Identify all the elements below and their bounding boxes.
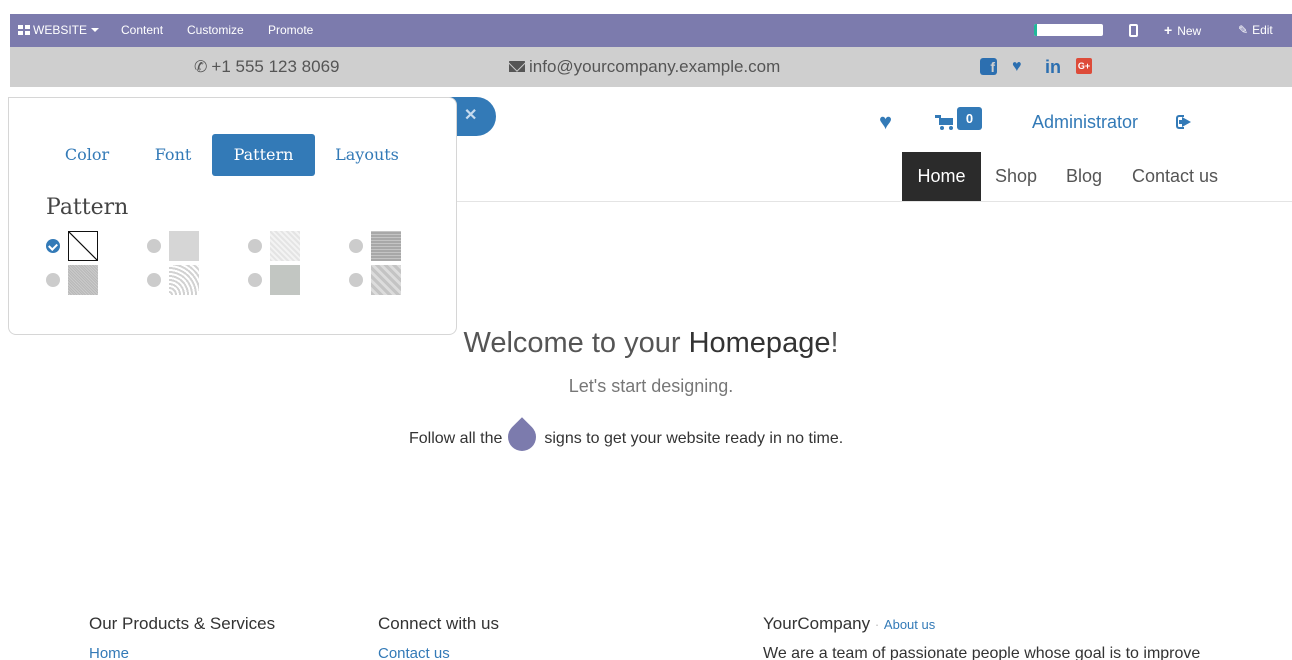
mobile-preview-icon[interactable] xyxy=(1129,24,1138,37)
pattern-radio[interactable] xyxy=(248,273,262,287)
envelope-icon xyxy=(509,61,525,72)
caret-down-icon xyxy=(91,28,100,32)
pattern-option[interactable] xyxy=(248,231,318,263)
pattern-option[interactable] xyxy=(349,265,419,297)
shopping-cart-icon[interactable] xyxy=(935,115,955,130)
pattern-option[interactable] xyxy=(349,231,419,263)
progress-fill xyxy=(1034,24,1038,36)
page: WEBSITE Content Customize Promote + New ✎… xyxy=(0,0,1292,660)
plus-icon: + xyxy=(1164,22,1173,38)
welcome-prefix: Welcome to your xyxy=(463,327,689,359)
tab-font[interactable]: Font xyxy=(145,134,201,176)
welcome-heading: Welcome to your Homepage! xyxy=(0,327,1292,360)
pattern-swatch[interactable] xyxy=(371,231,401,261)
selected-check-icon[interactable] xyxy=(46,239,60,253)
facebook-icon[interactable]: f xyxy=(980,58,997,75)
pattern-radio[interactable] xyxy=(147,239,161,253)
menu-promote[interactable]: Promote xyxy=(268,14,313,47)
cart-count-badge[interactable]: 0 xyxy=(957,107,982,130)
user-menu[interactable]: Administrator xyxy=(1032,112,1138,133)
droplet-sign-icon xyxy=(502,417,543,457)
tab-layouts[interactable]: Layouts xyxy=(331,134,403,176)
nav-blog[interactable]: Blog xyxy=(1066,152,1102,201)
phone-number: +1 555 123 8069 xyxy=(211,57,340,76)
pattern-swatch[interactable] xyxy=(371,265,401,295)
contact-bar: ✆ +1 555 123 8069 info@yourcompany.exampl… xyxy=(10,47,1292,87)
edit-label: Edit xyxy=(1252,23,1273,37)
pattern-option-none[interactable] xyxy=(46,231,116,263)
pattern-swatch[interactable] xyxy=(68,231,98,261)
phone-icon: ✆ xyxy=(194,59,208,76)
footer-link-home[interactable]: Home xyxy=(89,645,129,660)
pattern-option[interactable] xyxy=(248,265,318,297)
pattern-heading: Pattern xyxy=(46,195,129,220)
pattern-swatch[interactable] xyxy=(270,265,300,295)
pattern-radio[interactable] xyxy=(349,273,363,287)
footer-connect-heading: Connect with us xyxy=(378,614,499,633)
apps-grid-icon xyxy=(18,25,30,35)
follow-suffix: signs to get your website ready in no ti… xyxy=(544,430,844,447)
header-divider xyxy=(456,201,1292,202)
email-address: info@yourcompany.example.com xyxy=(529,57,781,76)
setup-progress-bar[interactable] xyxy=(1034,24,1103,36)
welcome-suffix: ! xyxy=(830,327,839,359)
pattern-swatch[interactable] xyxy=(169,265,199,295)
footer-company-heading: YourCompany · About us xyxy=(763,614,936,633)
pattern-option[interactable] xyxy=(147,265,217,297)
email-contact[interactable]: info@yourcompany.example.com xyxy=(509,47,780,87)
edit-button[interactable]: ✎ Edit xyxy=(1238,14,1273,47)
pattern-radio[interactable] xyxy=(147,273,161,287)
welcome-subtitle: Let's start designing. xyxy=(568,376,734,396)
customize-theme-popover: Color Font Pattern Layouts Pattern xyxy=(8,97,457,335)
tab-pattern[interactable]: Pattern xyxy=(212,134,315,176)
google-plus-icon[interactable]: G+ xyxy=(1076,58,1092,74)
pattern-swatch[interactable] xyxy=(68,265,98,295)
pattern-radio[interactable] xyxy=(248,239,262,253)
twitter-icon[interactable]: ♥ xyxy=(1012,58,1022,76)
footer-link-contact[interactable]: Contact us xyxy=(378,645,450,660)
sign-out-icon[interactable] xyxy=(1176,115,1192,129)
footer-link-about[interactable]: About us xyxy=(884,617,935,632)
pattern-radio[interactable] xyxy=(349,239,363,253)
close-icon: ✕ xyxy=(464,107,478,124)
admin-bar: WEBSITE Content Customize Promote + New ✎… xyxy=(10,14,1292,47)
follow-signs-text: Follow all the signs to get your website … xyxy=(409,417,844,457)
welcome-bold: Homepage xyxy=(688,327,831,359)
pattern-option[interactable] xyxy=(46,265,116,297)
linkedin-icon[interactable]: in xyxy=(1045,58,1061,76)
pattern-swatch[interactable] xyxy=(270,231,300,261)
footer-company-text: We are a team of passionate people whose… xyxy=(763,645,1201,660)
website-apps-menu[interactable]: WEBSITE xyxy=(18,14,100,47)
pencil-icon: ✎ xyxy=(1238,23,1249,37)
new-button[interactable]: + New xyxy=(1164,14,1201,47)
pattern-swatch[interactable] xyxy=(169,231,199,261)
footer-products-heading: Our Products & Services xyxy=(89,614,276,633)
nav-shop[interactable]: Shop xyxy=(995,152,1037,201)
phone-contact: ✆ +1 555 123 8069 xyxy=(194,47,340,87)
menu-content[interactable]: Content xyxy=(121,14,163,47)
pattern-option[interactable] xyxy=(147,231,217,263)
nav-home[interactable]: Home xyxy=(902,152,981,201)
footer-company-name: YourCompany xyxy=(763,614,871,633)
follow-prefix: Follow all the xyxy=(409,430,503,447)
website-label: WEBSITE xyxy=(33,23,88,37)
wishlist-heart-icon[interactable]: ♥ xyxy=(879,111,892,133)
menu-customize[interactable]: Customize xyxy=(187,14,244,47)
pattern-radio[interactable] xyxy=(46,273,60,287)
nav-contact-us[interactable]: Contact us xyxy=(1132,152,1218,201)
new-label: New xyxy=(1177,24,1202,38)
tab-color[interactable]: Color xyxy=(57,134,117,176)
